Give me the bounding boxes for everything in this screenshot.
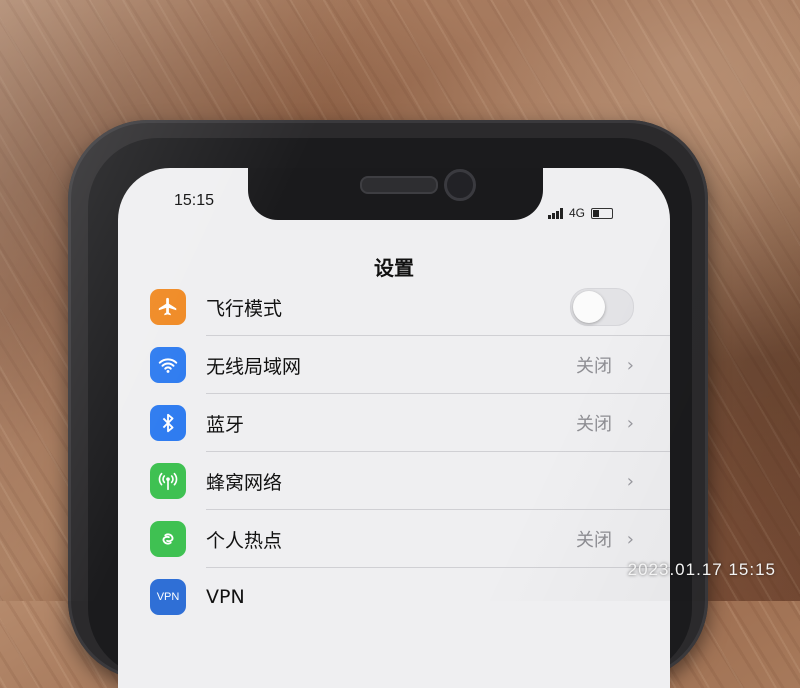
bluetooth-icon [150, 405, 186, 441]
network-type: 4G [569, 206, 586, 220]
battery-icon [591, 207, 614, 219]
chevron-right-icon: › [626, 528, 634, 550]
airplane-mode-toggle[interactable] [570, 288, 634, 326]
photo-timestamp: 2023.01.17 15:15 [627, 560, 776, 579]
front-camera [444, 169, 476, 201]
settings-row-airplane-mode[interactable]: 飞行模式 [118, 278, 670, 336]
settings-row-value: 关闭 [576, 356, 612, 377]
settings-row-label: 个人热点 [206, 529, 283, 552]
wifi-icon [150, 347, 186, 383]
vpn-icon: VPN [150, 579, 186, 615]
settings-row-label: 无线局域网 [206, 355, 302, 378]
settings-row-wifi[interactable]: 无线局域网 关闭 › [118, 336, 670, 394]
chevron-right-icon: › [626, 412, 634, 434]
settings-row-cellular[interactable]: 蜂窝网络 › [118, 452, 670, 510]
settings-list: 飞行模式 无线局域网 关闭 › 蓝牙 关闭 › 蜂窝网络 › 个人热点 关闭 ›… [118, 278, 670, 626]
page-title: 设置 [374, 256, 414, 280]
phone-screen: 15:15 4G 设置 飞行模式 无线局域网 关闭 › 蓝牙 关闭 › 蜂窝网络… [118, 168, 670, 688]
settings-row-vpn[interactable]: VPN VPN [118, 568, 670, 626]
chevron-right-icon: › [626, 470, 634, 492]
status-indicators: 4G [548, 206, 614, 220]
settings-row-bluetooth[interactable]: 蓝牙 关闭 › [118, 394, 670, 452]
settings-row-personal-hotspot[interactable]: 个人热点 关闭 › [118, 510, 670, 568]
settings-row-label: 蓝牙 [206, 413, 245, 436]
earpiece-speaker [360, 176, 438, 194]
settings-row-value: 关闭 [576, 414, 612, 435]
settings-row-value: 关闭 [576, 530, 612, 551]
airplane-icon [150, 289, 186, 325]
cellular-icon [150, 463, 186, 499]
status-time: 15:15 [174, 192, 215, 209]
settings-row-label: VPN [206, 586, 245, 608]
settings-row-label: 飞行模式 [206, 297, 283, 320]
signal-strength-icon [548, 207, 563, 219]
notch [248, 168, 543, 220]
chevron-right-icon: › [626, 354, 634, 376]
settings-row-label: 蜂窝网络 [206, 471, 283, 494]
hotspot-icon [150, 521, 186, 557]
